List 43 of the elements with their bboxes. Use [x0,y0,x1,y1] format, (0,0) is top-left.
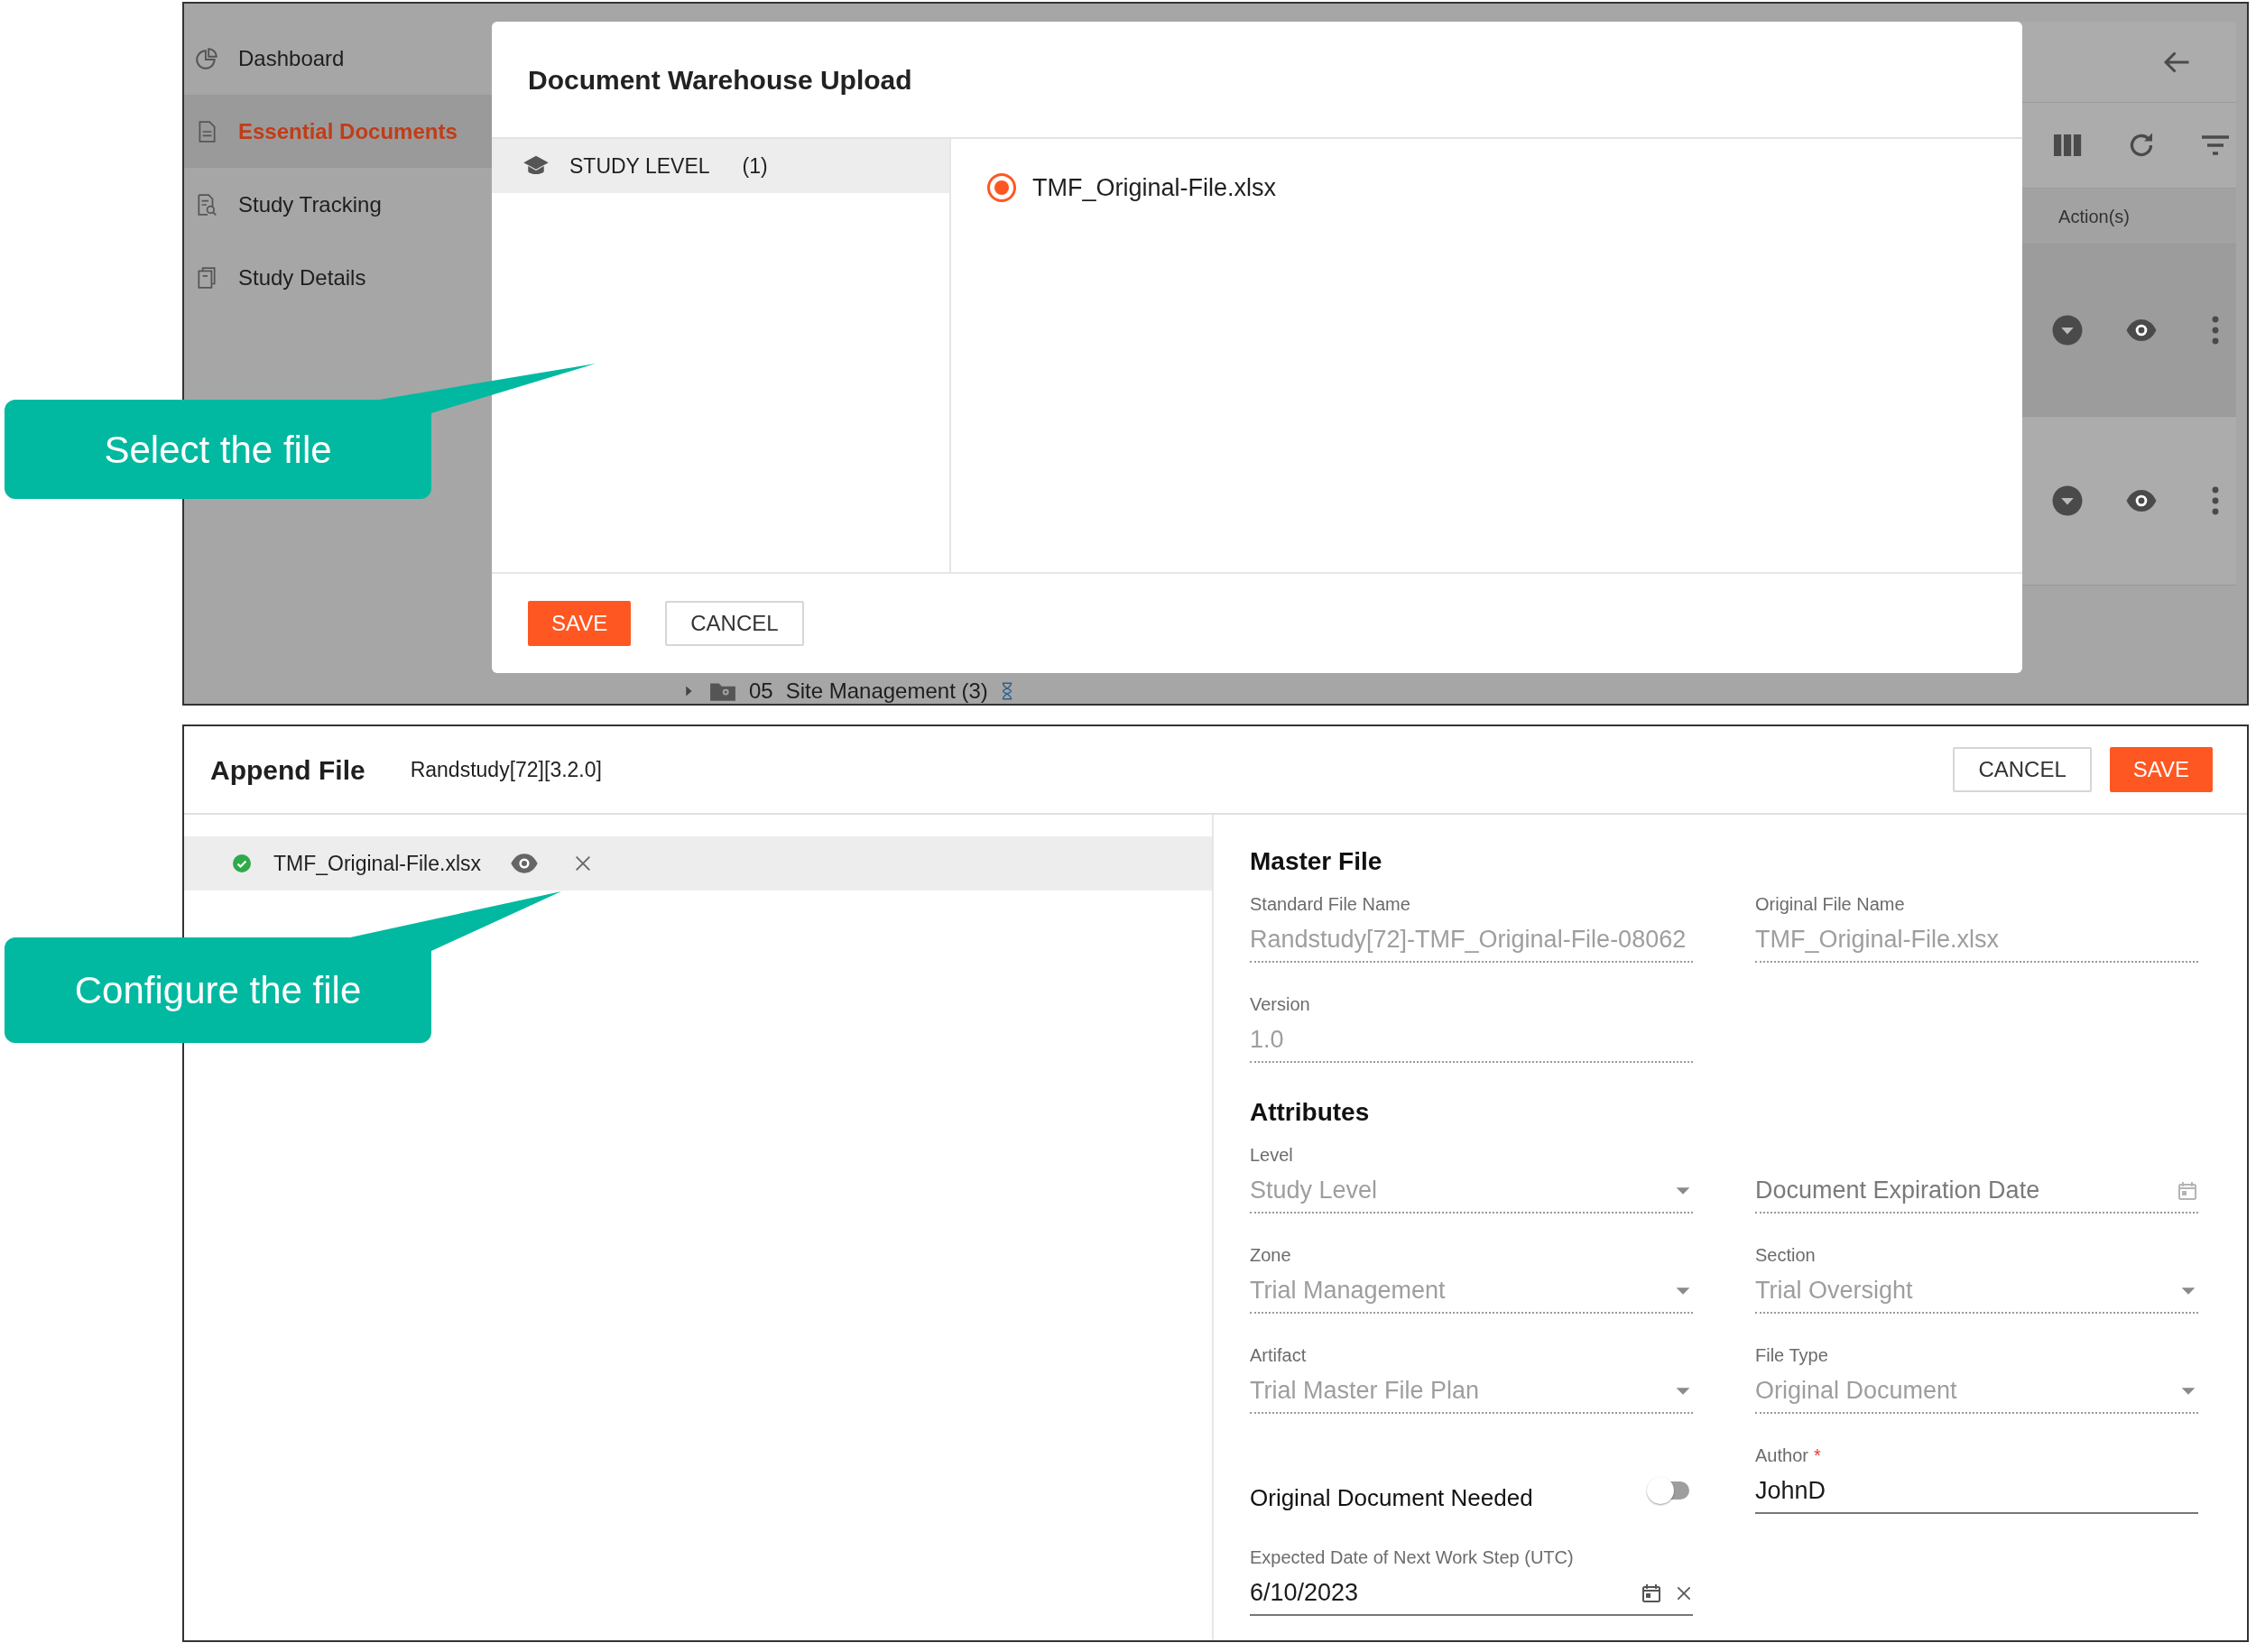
documents-icon [195,265,218,290]
field-label: Zone [1250,1244,1291,1267]
pie-chart-icon [195,46,218,70]
cancel-button[interactable]: CANCEL [1953,747,2092,792]
document-search-icon [195,192,218,217]
sidebar-item[interactable]: Study Tracking [184,168,494,241]
field-label: Expected Date of Next Work Step (UTC) [1250,1546,1574,1569]
field-label: File Type [1755,1344,1828,1367]
column-header: Action(s) [2058,205,2130,228]
save-button[interactable]: SAVE [528,601,632,646]
study-name: Randstudy[72][3.2.0] [410,756,602,783]
field-label: Level [1250,1144,1293,1167]
field-label: Standard File Name [1250,893,1410,916]
field-label: Version [1250,993,1310,1016]
section-title: Master File [1250,846,1383,877]
hourglass-icon [1000,681,1013,701]
page-title: Append File [210,753,365,787]
field-label: Original File Name [1755,893,1905,916]
level-item[interactable]: STUDY LEVEL (1) [492,139,949,193]
toggle-label: Original Document Needed [1250,1483,1533,1513]
cancel-button[interactable]: CANCEL [665,601,804,646]
file-row[interactable]: TMF_Original-File.xlsx [184,836,1212,891]
radio-button[interactable] [987,173,1016,203]
sidebar-item[interactable]: Study Details [184,241,494,314]
field-label: Artifact [1250,1344,1307,1367]
file-name: TMF_Original-File.xlsx [273,850,482,877]
tree-label: Site Management (3) [785,678,988,704]
save-button[interactable]: SAVE [2109,747,2213,792]
dropdown-icon[interactable] [2051,314,2084,346]
section-title: Attributes [1250,1097,1371,1128]
sidebar-item[interactable]: Dashboard [184,22,494,95]
dialog-title: Document Warehouse Upload [528,63,912,97]
field-label: Author * [1755,1444,1821,1467]
dropdown-icon[interactable] [2051,485,2084,517]
folder-icon [709,680,736,702]
toggle-switch[interactable] [1646,1476,1691,1505]
radio-option[interactable]: TMF_Original-File.xlsx [987,170,1277,207]
field-label: Section [1755,1244,1816,1267]
input-field[interactable]: JohnD [1755,1472,2198,1509]
date-field[interactable]: 6/10/2023 [1250,1574,1628,1611]
sidebar-item[interactable]: Essential Documents [184,95,494,168]
tree-number: 05 [749,678,773,704]
calendar-icon[interactable] [1641,1582,1662,1604]
